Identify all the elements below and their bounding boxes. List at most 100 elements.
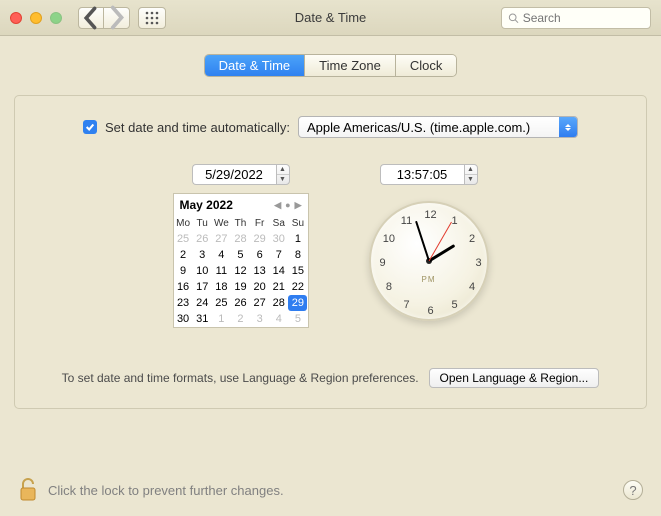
lock-text: Click the lock to prevent further change… xyxy=(48,483,284,498)
calendar-day[interactable]: 22 xyxy=(288,279,307,295)
calendar-day[interactable]: 9 xyxy=(174,263,193,279)
lock-icon[interactable] xyxy=(18,478,38,502)
calendar-day[interactable]: 21 xyxy=(269,279,288,295)
calendar-day[interactable]: 23 xyxy=(174,295,193,311)
calendar-dow: Fr xyxy=(250,216,269,231)
calendar-day[interactable]: 30 xyxy=(174,311,193,327)
calendar-day[interactable]: 24 xyxy=(193,295,212,311)
minute-hand xyxy=(415,221,430,262)
calendar-day[interactable]: 8 xyxy=(288,247,307,263)
calendar-dow: Su xyxy=(288,216,307,231)
calendar-prev-icon[interactable]: ◀ xyxy=(274,200,281,211)
clock-number: 7 xyxy=(403,299,409,311)
calendar-day[interactable]: 4 xyxy=(269,311,288,327)
calendar-next-icon[interactable]: ▶ xyxy=(295,200,302,211)
clock-number: 6 xyxy=(427,305,433,317)
date-stepper[interactable]: ▲▼ xyxy=(276,164,290,185)
date-input[interactable] xyxy=(192,164,276,185)
calendar-day[interactable]: 26 xyxy=(193,231,212,247)
tabbar: Date & Time Time Zone Clock xyxy=(14,54,647,77)
format-hint-text: To set date and time formats, use Langua… xyxy=(62,371,419,385)
time-column: ▲▼ PM 121234567891011 xyxy=(369,164,489,328)
clock-number: 10 xyxy=(383,233,395,245)
clock-number: 2 xyxy=(469,233,475,245)
time-field: ▲▼ xyxy=(380,164,478,185)
calendar-day[interactable]: 19 xyxy=(231,279,250,295)
calendar-day[interactable]: 28 xyxy=(269,295,288,311)
ampm-label: PM xyxy=(422,275,436,284)
dropdown-chevron-icon xyxy=(559,117,577,137)
footer: Click the lock to prevent further change… xyxy=(0,466,661,516)
calendar-day[interactable]: 1 xyxy=(288,231,307,247)
calendar-day[interactable]: 30 xyxy=(269,231,288,247)
calendar-day[interactable]: 27 xyxy=(212,231,231,247)
calendar-dow: Sa xyxy=(269,216,288,231)
tab-date-and-time[interactable]: Date & Time xyxy=(205,55,306,76)
set-automatically-checkbox[interactable] xyxy=(83,120,97,134)
clock-number: 9 xyxy=(379,257,385,269)
calendar-day[interactable]: 1 xyxy=(212,311,231,327)
close-window-button[interactable] xyxy=(10,12,22,24)
clock-number: 1 xyxy=(451,215,457,227)
tab-clock[interactable]: Clock xyxy=(396,55,457,76)
calendar-day[interactable]: 28 xyxy=(231,231,250,247)
calendar-day[interactable]: 16 xyxy=(174,279,193,295)
time-stepper[interactable]: ▲▼ xyxy=(464,164,478,185)
calendar-day[interactable]: 4 xyxy=(212,247,231,263)
calendar-day[interactable]: 25 xyxy=(174,231,193,247)
calendar-day[interactable]: 11 xyxy=(212,263,231,279)
calendar-dow: Tu xyxy=(193,216,212,231)
calendar-month-label: May 2022 xyxy=(180,198,275,212)
calendar-day[interactable]: 6 xyxy=(250,247,269,263)
calendar-day[interactable]: 29 xyxy=(288,295,307,311)
set-automatically-label: Set date and time automatically: xyxy=(105,120,290,135)
calendar-day[interactable]: 5 xyxy=(288,311,307,327)
search-input[interactable] xyxy=(523,11,644,25)
calendar-day[interactable]: 15 xyxy=(288,263,307,279)
clock-number: 5 xyxy=(451,299,457,311)
time-input[interactable] xyxy=(380,164,464,185)
clock-number: 11 xyxy=(401,215,412,227)
stepper-down-icon: ▼ xyxy=(277,175,289,184)
traffic-lights xyxy=(10,12,62,24)
calendar-day[interactable]: 17 xyxy=(193,279,212,295)
calendar-day[interactable]: 2 xyxy=(174,247,193,263)
calendar[interactable]: May 2022 ◀ ● ▶ MoTuWeThFrSaSu25262728293… xyxy=(173,193,309,328)
calendar-day[interactable]: 13 xyxy=(250,263,269,279)
calendar-day[interactable]: 2 xyxy=(231,311,250,327)
minimize-window-button[interactable] xyxy=(30,12,42,24)
help-button[interactable]: ? xyxy=(623,480,643,500)
calendar-day[interactable]: 29 xyxy=(250,231,269,247)
calendar-dow: We xyxy=(212,216,231,231)
analog-clock[interactable]: PM 121234567891011 xyxy=(369,201,489,321)
forward-button[interactable] xyxy=(104,7,130,29)
calendar-day[interactable]: 20 xyxy=(250,279,269,295)
calendar-day[interactable]: 10 xyxy=(193,263,212,279)
time-server-value: Apple Americas/U.S. (time.apple.com.) xyxy=(307,120,530,135)
show-all-button[interactable] xyxy=(138,7,166,29)
calendar-day[interactable]: 25 xyxy=(212,295,231,311)
stepper-down-icon: ▼ xyxy=(465,175,477,184)
calendar-dow: Th xyxy=(231,216,250,231)
time-server-dropdown[interactable]: Apple Americas/U.S. (time.apple.com.) xyxy=(298,116,578,138)
calendar-day[interactable]: 26 xyxy=(231,295,250,311)
clock-number: 3 xyxy=(475,257,481,269)
calendar-day[interactable]: 27 xyxy=(250,295,269,311)
calendar-today-icon[interactable]: ● xyxy=(285,200,290,211)
calendar-day[interactable]: 12 xyxy=(231,263,250,279)
calendar-day[interactable]: 3 xyxy=(250,311,269,327)
calendar-day[interactable]: 31 xyxy=(193,311,212,327)
calendar-day[interactable]: 18 xyxy=(212,279,231,295)
nav-buttons xyxy=(78,7,130,29)
calendar-day[interactable]: 14 xyxy=(269,263,288,279)
search-field[interactable] xyxy=(501,7,651,29)
format-hint-row: To set date and time formats, use Langua… xyxy=(43,368,618,388)
stepper-up-icon: ▲ xyxy=(277,165,289,175)
zoom-window-button[interactable] xyxy=(50,12,62,24)
back-button[interactable] xyxy=(78,7,104,29)
calendar-day[interactable]: 3 xyxy=(193,247,212,263)
calendar-day[interactable]: 7 xyxy=(269,247,288,263)
open-language-region-button[interactable]: Open Language & Region... xyxy=(429,368,600,388)
tab-time-zone[interactable]: Time Zone xyxy=(305,55,396,76)
calendar-day[interactable]: 5 xyxy=(231,247,250,263)
